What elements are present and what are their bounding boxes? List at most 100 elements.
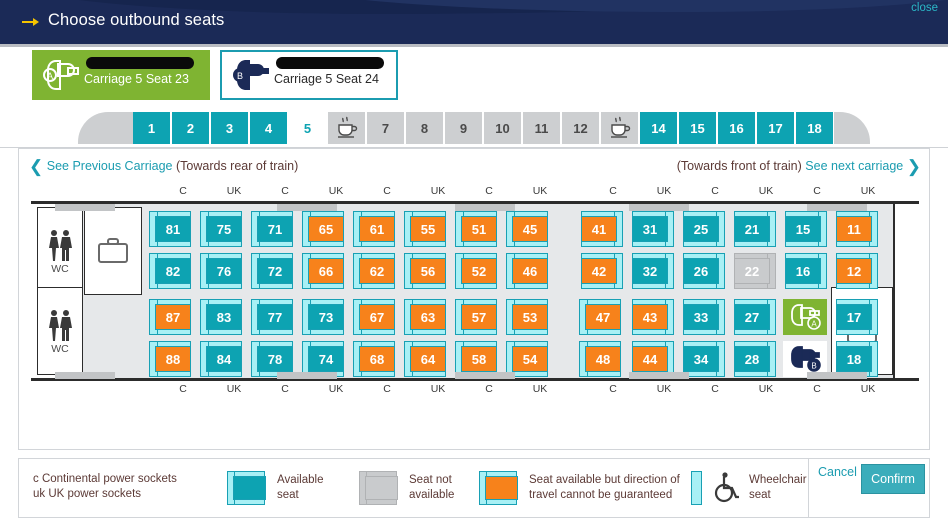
svg-text:B: B (811, 362, 816, 371)
carriage-tab-8[interactable]: 8 (406, 112, 444, 144)
chevron-right-icon: ❯ (906, 157, 921, 176)
seat-63[interactable]: 63 (404, 299, 448, 335)
seat-87[interactable]: 87 (149, 299, 193, 335)
socket-label-c: C (383, 185, 391, 197)
seat-51[interactable]: 51 (455, 211, 499, 247)
svg-text:A: A (47, 71, 53, 81)
seat-56[interactable]: 56 (404, 253, 448, 289)
seat-83[interactable]: 83 (200, 299, 244, 335)
passenger-card-a[interactable]: A Carriage 5 Seat 23 (32, 50, 210, 100)
seat-65[interactable]: 65 (302, 211, 346, 247)
seat-42[interactable]: 42 (579, 253, 623, 289)
carriage-tab-label: 8 (420, 120, 429, 136)
legend-available-seat: Available seat (227, 471, 323, 505)
seat-number: 88 (155, 346, 191, 372)
seat-88[interactable]: 88 (149, 341, 193, 377)
seat-31[interactable]: 31 (630, 211, 674, 247)
seat-11[interactable]: 11 (834, 211, 878, 247)
passenger-b-texts: Carriage 5 Seat 24 (274, 53, 396, 97)
seat-66[interactable]: 66 (302, 253, 346, 289)
cancel-button[interactable]: Cancel (818, 465, 857, 479)
seat-41[interactable]: 41 (579, 211, 623, 247)
seat-84[interactable]: 84 (200, 341, 244, 377)
seat-62[interactable]: 62 (353, 253, 397, 289)
legend-panel: c Continental power sockets uk UK power … (18, 458, 930, 518)
seat-15[interactable]: 15 (783, 211, 827, 247)
seat-77[interactable]: 77 (251, 299, 295, 335)
see-previous-carriage[interactable]: ❮ See Previous Carriage (Towards rear of… (29, 157, 298, 177)
seat-number: 17 (836, 304, 872, 330)
seat-45[interactable]: 45 (506, 211, 550, 247)
carriage-tab-label: 7 (381, 120, 390, 136)
seat-25[interactable]: 25 (681, 211, 725, 247)
seat-75[interactable]: 75 (200, 211, 244, 247)
carriage-tab-14[interactable]: 14 (640, 112, 678, 144)
seat-32[interactable]: 32 (630, 253, 674, 289)
carriage-tab-5[interactable]: 5 (289, 112, 327, 144)
seat-57[interactable]: 57 (455, 299, 499, 335)
seat-76[interactable]: 76 (200, 253, 244, 289)
carriage-tab-18[interactable]: 18 (796, 112, 834, 144)
carriage-tab-12[interactable]: 12 (562, 112, 600, 144)
carriage-tab-13-cafe[interactable] (601, 112, 639, 144)
seat-71[interactable]: 71 (251, 211, 295, 247)
occupied-passenger-icon-b: B (791, 346, 821, 372)
seat-81[interactable]: 81 (149, 211, 193, 247)
carriage-tab-1[interactable]: 1 (133, 112, 171, 144)
seat-43[interactable]: 43 (630, 299, 674, 335)
seat-46[interactable]: 46 (506, 253, 550, 289)
carriage-tab-17[interactable]: 17 (757, 112, 795, 144)
suitcase-icon (98, 238, 128, 263)
socket-label-uk: UK (758, 383, 774, 395)
close-link[interactable]: close (911, 2, 938, 14)
seat-number: 25 (683, 216, 719, 242)
seat-67[interactable]: 67 (353, 299, 397, 335)
see-next-carriage[interactable]: (Towards front of train) See next carria… (677, 157, 921, 177)
seat-52[interactable]: 52 (455, 253, 499, 289)
seat-26[interactable]: 26 (681, 253, 725, 289)
passenger-b-seat-label: Carriage 5 Seat 24 (274, 72, 379, 86)
passenger-a-seat-label: Carriage 5 Seat 23 (84, 72, 189, 86)
carriage-tab-4[interactable]: 4 (250, 112, 288, 144)
seat-47[interactable]: 47 (579, 299, 623, 335)
legend-not-available-seat-icon (359, 471, 399, 505)
seat-23-occupied[interactable]: A (783, 299, 827, 335)
carriage-tab-6-cafe[interactable] (328, 112, 366, 144)
seat-16[interactable]: 16 (783, 253, 827, 289)
carriage-tab-11[interactable]: 11 (523, 112, 561, 144)
seat-12[interactable]: 12 (834, 253, 878, 289)
seat-33[interactable]: 33 (681, 299, 725, 335)
seat-61[interactable]: 61 (353, 211, 397, 247)
seat-73[interactable]: 73 (302, 299, 346, 335)
prev-carriage-link[interactable]: See Previous Carriage (47, 159, 173, 173)
seat-55[interactable]: 55 (404, 211, 448, 247)
passenger-a-texts: Carriage 5 Seat 23 (84, 53, 210, 97)
seat-27[interactable]: 27 (732, 299, 776, 335)
next-carriage-link[interactable]: See next carriage (805, 159, 903, 173)
seat-number: 47 (585, 304, 621, 330)
passenger-card-b[interactable]: B Carriage 5 Seat 24 (220, 50, 398, 100)
seat-53[interactable]: 53 (506, 299, 550, 335)
socket-label-c: C (179, 185, 187, 197)
carriage-tab-16[interactable]: 16 (718, 112, 756, 144)
legend-wheelchair-seat: Wheelchair seat (691, 471, 807, 505)
seat-72[interactable]: 72 (251, 253, 295, 289)
carriage-tab-label: 1 (147, 120, 156, 136)
seat-64[interactable]: 64 (404, 341, 448, 377)
seat-21[interactable]: 21 (732, 211, 776, 247)
legend-available-line2: seat (277, 489, 299, 501)
carriage-tab-2[interactable]: 2 (172, 112, 210, 144)
confirm-button[interactable]: Confirm (861, 464, 925, 494)
seat-number: 82 (155, 258, 191, 284)
carriage-tab-10[interactable]: 10 (484, 112, 522, 144)
seat-82[interactable]: 82 (149, 253, 193, 289)
seat-68[interactable]: 68 (353, 341, 397, 377)
seat-number: 65 (308, 216, 344, 242)
carriage-tab-7[interactable]: 7 (367, 112, 405, 144)
carriage-tab-3[interactable]: 3 (211, 112, 249, 144)
carriage-tab-9[interactable]: 9 (445, 112, 483, 144)
seat-48[interactable]: 48 (579, 341, 623, 377)
carriage-tab-15[interactable]: 15 (679, 112, 717, 144)
seat-17[interactable]: 17 (834, 299, 878, 335)
seat-28[interactable]: 28 (732, 341, 776, 377)
